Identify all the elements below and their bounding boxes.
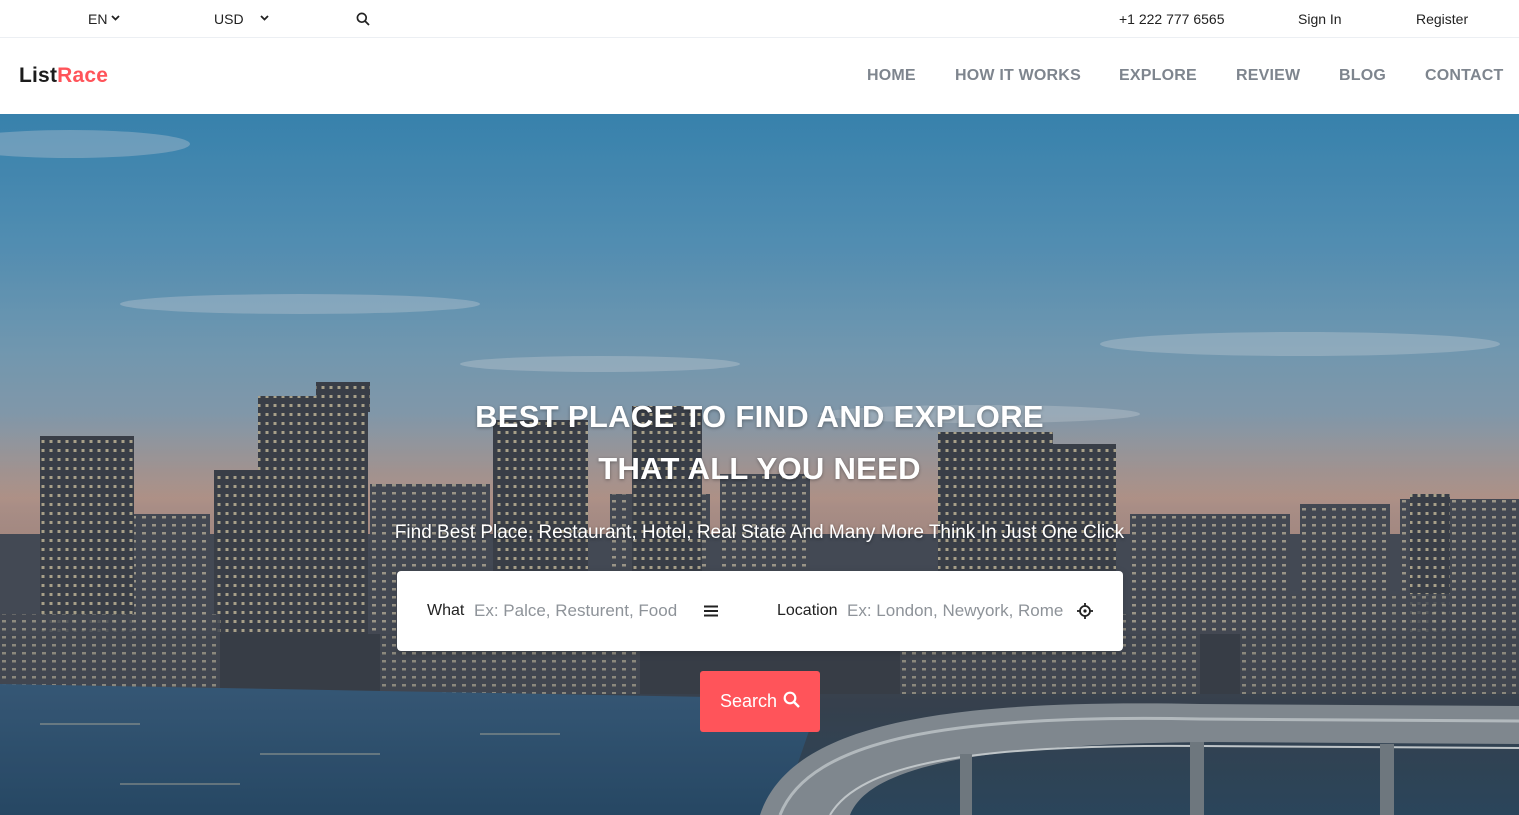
nav-explore[interactable]: EXPLORE [1119, 38, 1197, 114]
main-navbar: List Race HOME HOW IT WORKS EXPLORE REVIE… [0, 38, 1519, 114]
hero-subtitle: Find Best Place, Restaurant, Hotel, Real… [394, 522, 1125, 543]
logo-text-race: Race [57, 64, 109, 87]
crosshair-icon[interactable] [1076, 601, 1094, 621]
search-icon[interactable] [356, 0, 370, 37]
nav-contact[interactable]: CONTACT [1425, 38, 1503, 114]
location-label: Location [777, 602, 838, 619]
hero-title-line1: BEST PLACE TO FIND AND EXPLORE [475, 399, 1044, 434]
search-icon [783, 691, 800, 713]
logo-text-list: List [19, 64, 58, 87]
chevron-down-icon [111, 14, 121, 21]
search-panel: What Location [397, 571, 1123, 651]
top-utility-bar: EN USD +1 222 777 6565 Sign In Register [0, 0, 1519, 38]
currency-selector[interactable]: USD [214, 0, 269, 37]
nav-review[interactable]: REVIEW [1236, 38, 1300, 114]
language-selector[interactable]: EN [88, 0, 121, 37]
what-input[interactable] [474, 597, 696, 625]
register-link[interactable]: Register [1416, 0, 1468, 37]
logo[interactable]: List Race [19, 38, 108, 114]
phone-number[interactable]: +1 222 777 6565 [1119, 0, 1225, 37]
hero-section: BEST PLACE TO FIND AND EXPLORE THAT ALL … [0, 114, 1519, 815]
chevron-down-icon [259, 14, 269, 21]
nav-how-it-works[interactable]: HOW IT WORKS [955, 38, 1081, 114]
menu-icon[interactable] [702, 601, 720, 621]
hero-title-line2: THAT ALL YOU NEED [598, 451, 921, 486]
sign-in-link[interactable]: Sign In [1298, 0, 1342, 37]
currency-value: USD [214, 10, 244, 27]
search-button-label: Search [719, 691, 778, 711]
search-button[interactable]: Search [700, 671, 820, 732]
location-input[interactable] [847, 597, 1069, 625]
what-label: What [427, 602, 465, 619]
language-value: EN [88, 10, 108, 27]
nav-home[interactable]: HOME [867, 38, 916, 114]
nav-blog[interactable]: BLOG [1339, 38, 1386, 114]
